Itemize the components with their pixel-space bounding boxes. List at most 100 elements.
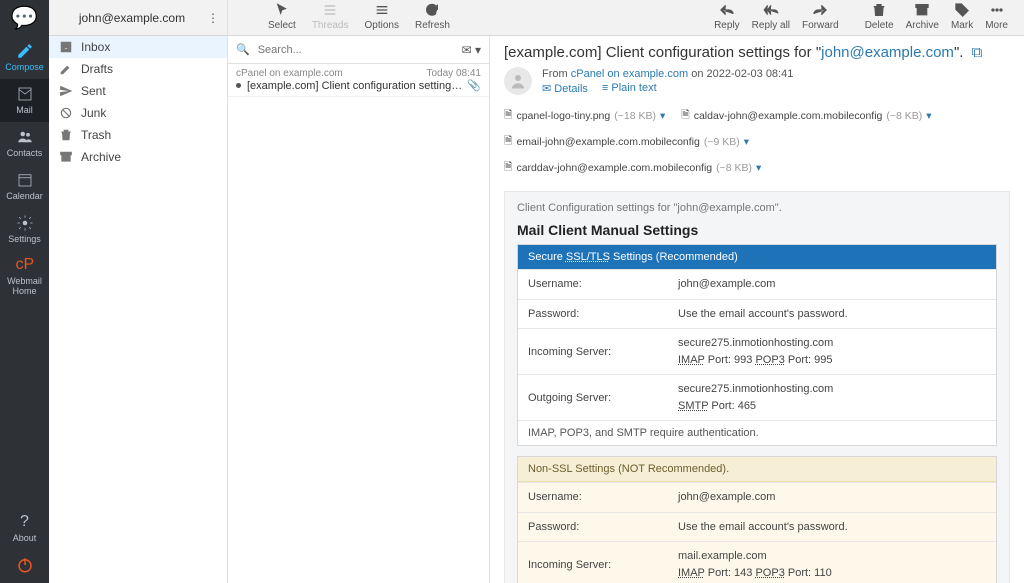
secure-settings-table: Secure SSL/TLS Settings (Recommended) Us… — [517, 244, 997, 446]
account-area: john@example.com ⋮ — [49, 0, 228, 35]
threads-icon — [322, 2, 338, 18]
message-list: 🔍 ✉ ▾ cPanel on example.com Today 08:41 … — [228, 36, 490, 583]
message-from: cPanel on example.com — [236, 68, 343, 79]
attachment[interactable]: 🗎cpanel-logo-tiny.png (~18 KB) ▾ — [504, 107, 665, 125]
cursor-icon — [274, 2, 290, 18]
app-logo: 💬 — [0, 0, 49, 36]
chevron-down-icon[interactable]: ▾ — [756, 162, 761, 174]
folder-archive[interactable]: Archive — [49, 146, 227, 168]
details-toggle[interactable]: ✉ Details — [542, 82, 588, 95]
nonsecure-settings-table: Non-SSL Settings (NOT Recommended). User… — [517, 456, 997, 583]
delete-button[interactable]: Delete — [859, 2, 900, 31]
file-icon: 🗎 — [504, 107, 512, 125]
sliders-icon — [374, 2, 390, 18]
message-subject-full: [example.com] Client configuration setti… — [504, 44, 1010, 61]
attachment-icon: 📎 — [467, 79, 481, 92]
message-toolbar: Reply Reply all Forward Delete Archive M… — [490, 0, 1024, 35]
message-header: From cPanel on example.com on 2022-02-03… — [504, 67, 1010, 95]
avatar — [504, 67, 532, 95]
list-toolbar: Select Threads Options Refresh — [228, 0, 490, 35]
reply-icon — [719, 2, 735, 18]
nav-contacts[interactable]: Contacts — [0, 122, 49, 165]
account-email: john@example.com — [57, 11, 207, 25]
nav-power[interactable] — [0, 550, 49, 583]
attachment[interactable]: 🗎carddav-john@example.com.mobileconfig (… — [504, 159, 761, 177]
file-icon: 🗎 — [504, 159, 512, 177]
secure-note: IMAP, POP3, and SMTP require authenticat… — [518, 420, 996, 445]
config-heading: Mail Client Manual Settings — [517, 222, 997, 238]
chevron-down-icon[interactable]: ▾ — [744, 136, 749, 148]
nav-calendar[interactable]: Calendar — [0, 165, 49, 208]
refresh-button[interactable]: Refresh — [407, 2, 458, 31]
nav-settings[interactable]: Settings — [0, 208, 49, 251]
reply-all-icon — [763, 2, 779, 18]
chevron-down-icon[interactable]: ▾ — [926, 110, 931, 122]
attachment[interactable]: 🗎email-john@example.com.mobileconfig (~9… — [504, 133, 749, 151]
config-intro: Client Configuration settings for "john@… — [517, 202, 997, 214]
message-row[interactable]: cPanel on example.com Today 08:41 [examp… — [228, 64, 489, 97]
gear-icon — [16, 214, 34, 232]
plaintext-toggle[interactable]: ≡ Plain text — [602, 82, 657, 95]
message-time: Today 08:41 — [427, 68, 482, 79]
config-panel: Client Configuration settings for "john@… — [504, 191, 1010, 583]
unread-dot-icon — [236, 83, 241, 88]
select-button[interactable]: Select — [260, 2, 304, 31]
message-subject: [example.com] Client configuration setti… — [247, 80, 463, 92]
search-bar: 🔍 ✉ ▾ — [228, 36, 489, 64]
attachment-list: 🗎cpanel-logo-tiny.png (~18 KB) ▾ 🗎caldav… — [504, 107, 1010, 177]
search-icon: 🔍 — [236, 43, 250, 56]
archive-button[interactable]: Archive — [900, 2, 945, 31]
folder-trash[interactable]: Trash — [49, 124, 227, 146]
account-menu-icon[interactable]: ⋮ — [207, 11, 219, 25]
forward-icon — [812, 2, 828, 18]
open-external-icon[interactable]: ⧉ — [972, 44, 983, 61]
power-icon — [16, 556, 34, 574]
calendar-icon — [16, 171, 34, 189]
attachment[interactable]: 🗎caldav-john@example.com.mobileconfig (~… — [681, 107, 931, 125]
from-link[interactable]: cPanel on example.com — [571, 68, 688, 80]
options-button[interactable]: Options — [357, 2, 407, 31]
forward-button[interactable]: Forward — [796, 2, 845, 31]
sent-icon — [59, 84, 73, 98]
nav-rail: 💬 Compose Mail Contacts Calendar Setting… — [0, 0, 49, 583]
subject-email-link[interactable]: john@example.com — [821, 44, 954, 61]
compose-icon — [16, 42, 34, 60]
question-icon: ? — [16, 513, 34, 531]
nav-mail[interactable]: Mail — [0, 79, 49, 122]
nav-webmail-home[interactable]: cP Webmail Home — [0, 250, 49, 303]
tag-icon — [954, 2, 970, 18]
reply-button[interactable]: Reply — [708, 2, 746, 31]
chevron-down-icon[interactable]: ▾ — [660, 110, 665, 122]
folder-inbox[interactable]: Inbox — [49, 36, 227, 58]
refresh-icon — [424, 2, 440, 18]
folder-list: Inbox Drafts Sent Junk Trash Archive — [49, 36, 228, 583]
fire-icon — [59, 106, 73, 120]
reading-pane: [example.com] Client configuration setti… — [490, 36, 1024, 583]
topbar: john@example.com ⋮ Select Threads Option… — [49, 0, 1024, 36]
mark-button[interactable]: Mark — [945, 2, 979, 31]
archive-icon — [59, 150, 73, 164]
folder-drafts[interactable]: Drafts — [49, 58, 227, 80]
mail-icon — [16, 85, 34, 103]
pencil-icon — [59, 62, 73, 76]
nav-compose[interactable]: Compose — [0, 36, 49, 79]
more-icon — [989, 2, 1005, 18]
search-input[interactable] — [254, 40, 462, 60]
inbox-icon — [59, 40, 73, 54]
trash-icon — [59, 128, 73, 142]
secure-header: Secure SSL/TLS Settings (Recommended) — [518, 245, 996, 269]
file-icon: 🗎 — [681, 107, 689, 125]
more-button[interactable]: More — [979, 2, 1014, 31]
folder-junk[interactable]: Junk — [49, 102, 227, 124]
contacts-icon — [16, 128, 34, 146]
folder-sent[interactable]: Sent — [49, 80, 227, 102]
search-scope-icon[interactable]: ✉ ▾ — [462, 43, 481, 57]
archive-icon — [914, 2, 930, 18]
nonsecure-header: Non-SSL Settings (NOT Recommended). — [518, 457, 996, 482]
reply-all-button[interactable]: Reply all — [746, 2, 796, 31]
file-icon: 🗎 — [504, 133, 512, 151]
threads-button[interactable]: Threads — [304, 2, 357, 31]
trash-icon — [871, 2, 887, 18]
nav-about[interactable]: ? About — [0, 507, 49, 550]
cpanel-icon: cP — [16, 256, 34, 274]
